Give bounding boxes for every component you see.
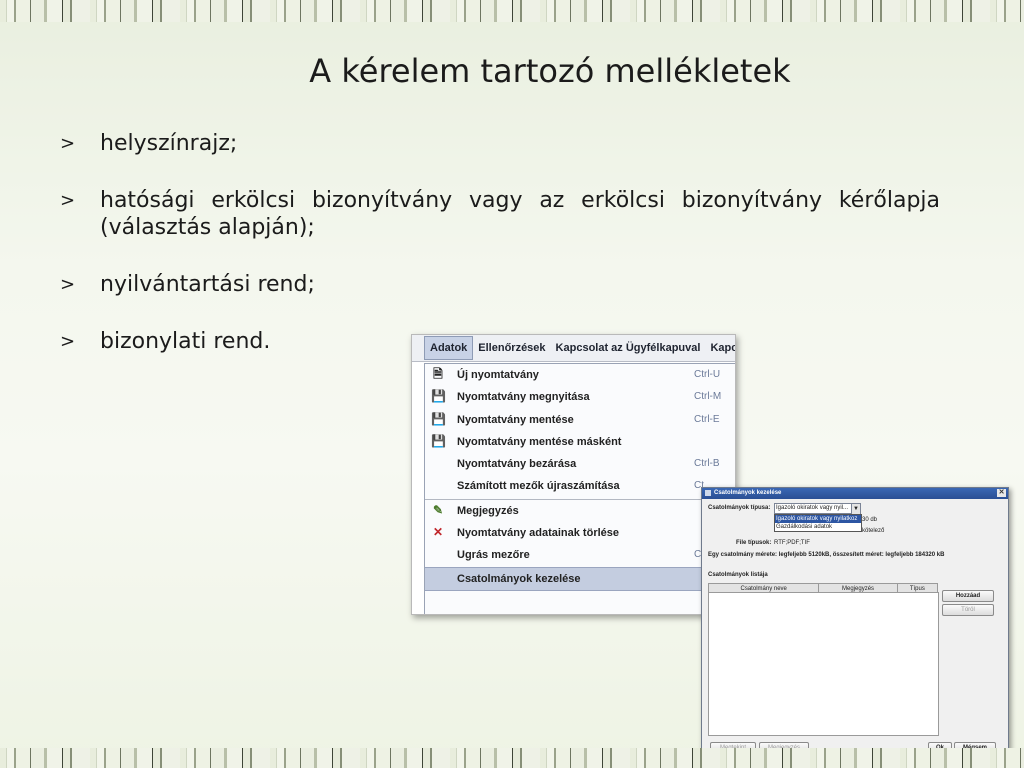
type-dropdown-list: Igazoló okiratok vagy nyilatkoz Gazdálko… bbox=[774, 514, 862, 532]
bullet-text: helyszínrajz; bbox=[100, 131, 238, 156]
bullet-text: bizonylati rend. bbox=[100, 329, 271, 354]
menu-screenshot: Adatok Ellenőrzések Kapcsolat az Ügyfélk… bbox=[411, 334, 736, 615]
menu-item-label: Új nyomtatvány bbox=[457, 369, 539, 381]
menubar: Adatok Ellenőrzések Kapcsolat az Ügyfélk… bbox=[412, 335, 735, 362]
new-form-icon: 🗎 bbox=[433, 367, 443, 381]
menu-item-shortcut: Ctrl-E bbox=[694, 413, 720, 425]
menu-ellenorzesek[interactable]: Ellenőrzések bbox=[473, 337, 550, 359]
bullet-text: hatósági erkölcsi bizonyítvány vagy az e… bbox=[100, 188, 940, 240]
note-icon: ✎ bbox=[432, 502, 444, 517]
count-fragment: 30 db bbox=[862, 517, 878, 523]
menu-item-note[interactable]: ✎ Megjegyzés bbox=[425, 500, 735, 522]
menu-item-delete-data[interactable]: ✕ Nyomtatvány adatainak törlése bbox=[425, 522, 735, 544]
bullet-marker: > bbox=[60, 133, 76, 154]
menu-item-label: Nyomtatvány megnyitása bbox=[457, 391, 590, 404]
menu-item-label: Számított mezők újraszámítása bbox=[457, 480, 620, 493]
menu-item-save-as[interactable]: 💾 Nyomtatvány mentése másként bbox=[425, 431, 735, 453]
menu-item-attachments[interactable]: Csatolmányok kezelése bbox=[425, 566, 735, 591]
bullet-item: > nyilvántartási rend; bbox=[60, 271, 940, 298]
menu-item-label: Nyomtatvány adatainak törlése bbox=[457, 527, 620, 540]
size-info: Egy csatolmány mérete: legfeljebb 5120kB… bbox=[708, 552, 945, 558]
menu-item-shortcut: Ctrl-M bbox=[694, 391, 722, 403]
menu-item-new-form[interactable]: 🗎 Új nyomtatvány Ctrl-U bbox=[425, 364, 735, 386]
dialog-titlebar: Csatolmányok kezelése ✕ bbox=[702, 488, 1008, 499]
attachments-list[interactable] bbox=[708, 592, 939, 736]
adatok-dropdown: 🗎 Új nyomtatvány Ctrl-U 💾 Nyomtatvány me… bbox=[424, 363, 735, 614]
menu-item-shortcut: Ctrl-U bbox=[694, 369, 721, 380]
type-select[interactable]: Igazoló okiratok vagy nyil... bbox=[774, 503, 853, 514]
decorative-top-band bbox=[0, 0, 1024, 22]
bullet-text: nyilvántartási rend; bbox=[100, 272, 315, 297]
file-types-value: RTF;PDF;TIF bbox=[774, 540, 810, 546]
hidden-fragment: kötelező bbox=[862, 528, 885, 534]
window-icon bbox=[705, 490, 711, 496]
close-icon[interactable]: ✕ bbox=[997, 489, 1006, 497]
bullet-item: > helyszínrajz; bbox=[60, 130, 940, 157]
menu-hivatali-kapu[interactable]: Kapcsolat a Hivatali K bbox=[705, 337, 735, 359]
menu-ugyfelkapu[interactable]: Kapcsolat az Ügyfélkapuval bbox=[551, 337, 706, 359]
bullet-marker: > bbox=[60, 190, 76, 211]
bullet-marker: > bbox=[60, 274, 76, 295]
slide-title: A kérelem tartozó mellékletek bbox=[309, 52, 791, 90]
dialog-title: Csatolmányok kezelése bbox=[714, 490, 782, 496]
save-as-icon: 💾 bbox=[431, 433, 446, 448]
delete-icon: ✕ bbox=[432, 525, 444, 540]
dropdown-option[interactable]: Igazoló okiratok vagy nyilatkoz bbox=[775, 515, 861, 523]
menu-item-open-form[interactable]: 💾 Nyomtatvány megnyitása Ctrl-M bbox=[425, 386, 735, 408]
menu-item-label: Nyomtatvány bezárása bbox=[457, 458, 577, 471]
menu-item-save-form[interactable]: 💾 Nyomtatvány mentése Ctrl-E bbox=[425, 409, 735, 431]
open-form-icon: 💾 bbox=[431, 389, 446, 404]
menu-item-label: Megjegyzés bbox=[457, 504, 519, 517]
menu-item-label: Nyomtatvány mentése bbox=[457, 413, 574, 426]
file-types-label: File típusok: bbox=[736, 540, 772, 546]
menu-item-label: Ugrás mezőre bbox=[457, 549, 530, 562]
attachments-dialog: Csatolmányok kezelése ✕ Csatolmányok típ… bbox=[701, 487, 1009, 764]
add-button[interactable]: Hozzáad bbox=[942, 590, 994, 602]
delete-button[interactable]: Töröl bbox=[942, 604, 994, 616]
bullet-marker: > bbox=[60, 331, 76, 352]
menu-item-recalculate[interactable]: Számított mezők újraszámítása Ct bbox=[425, 475, 735, 497]
menu-item-close-form[interactable]: Nyomtatvány bezárása Ctrl-B bbox=[425, 453, 735, 475]
menu-item-label: Nyomtatvány mentése másként bbox=[457, 435, 622, 448]
type-label: Csatolmányok típusa: bbox=[708, 505, 771, 511]
list-label: Csatolmányok listája bbox=[708, 572, 768, 578]
dropdown-option[interactable]: Gazdálkodási adatok bbox=[775, 523, 861, 531]
menu-item-goto-field[interactable]: Ugrás mezőre Ct bbox=[425, 544, 735, 566]
menu-adatok[interactable]: Adatok bbox=[424, 336, 474, 360]
save-form-icon: 💾 bbox=[431, 411, 446, 426]
menu-item-shortcut: Ctrl-B bbox=[694, 458, 720, 470]
decorative-bottom-band bbox=[0, 748, 1024, 768]
bullet-item: > hatósági erkölcsi bizonyítvány vagy az … bbox=[60, 187, 940, 241]
menu-item-label: Csatolmányok kezelése bbox=[457, 572, 581, 585]
